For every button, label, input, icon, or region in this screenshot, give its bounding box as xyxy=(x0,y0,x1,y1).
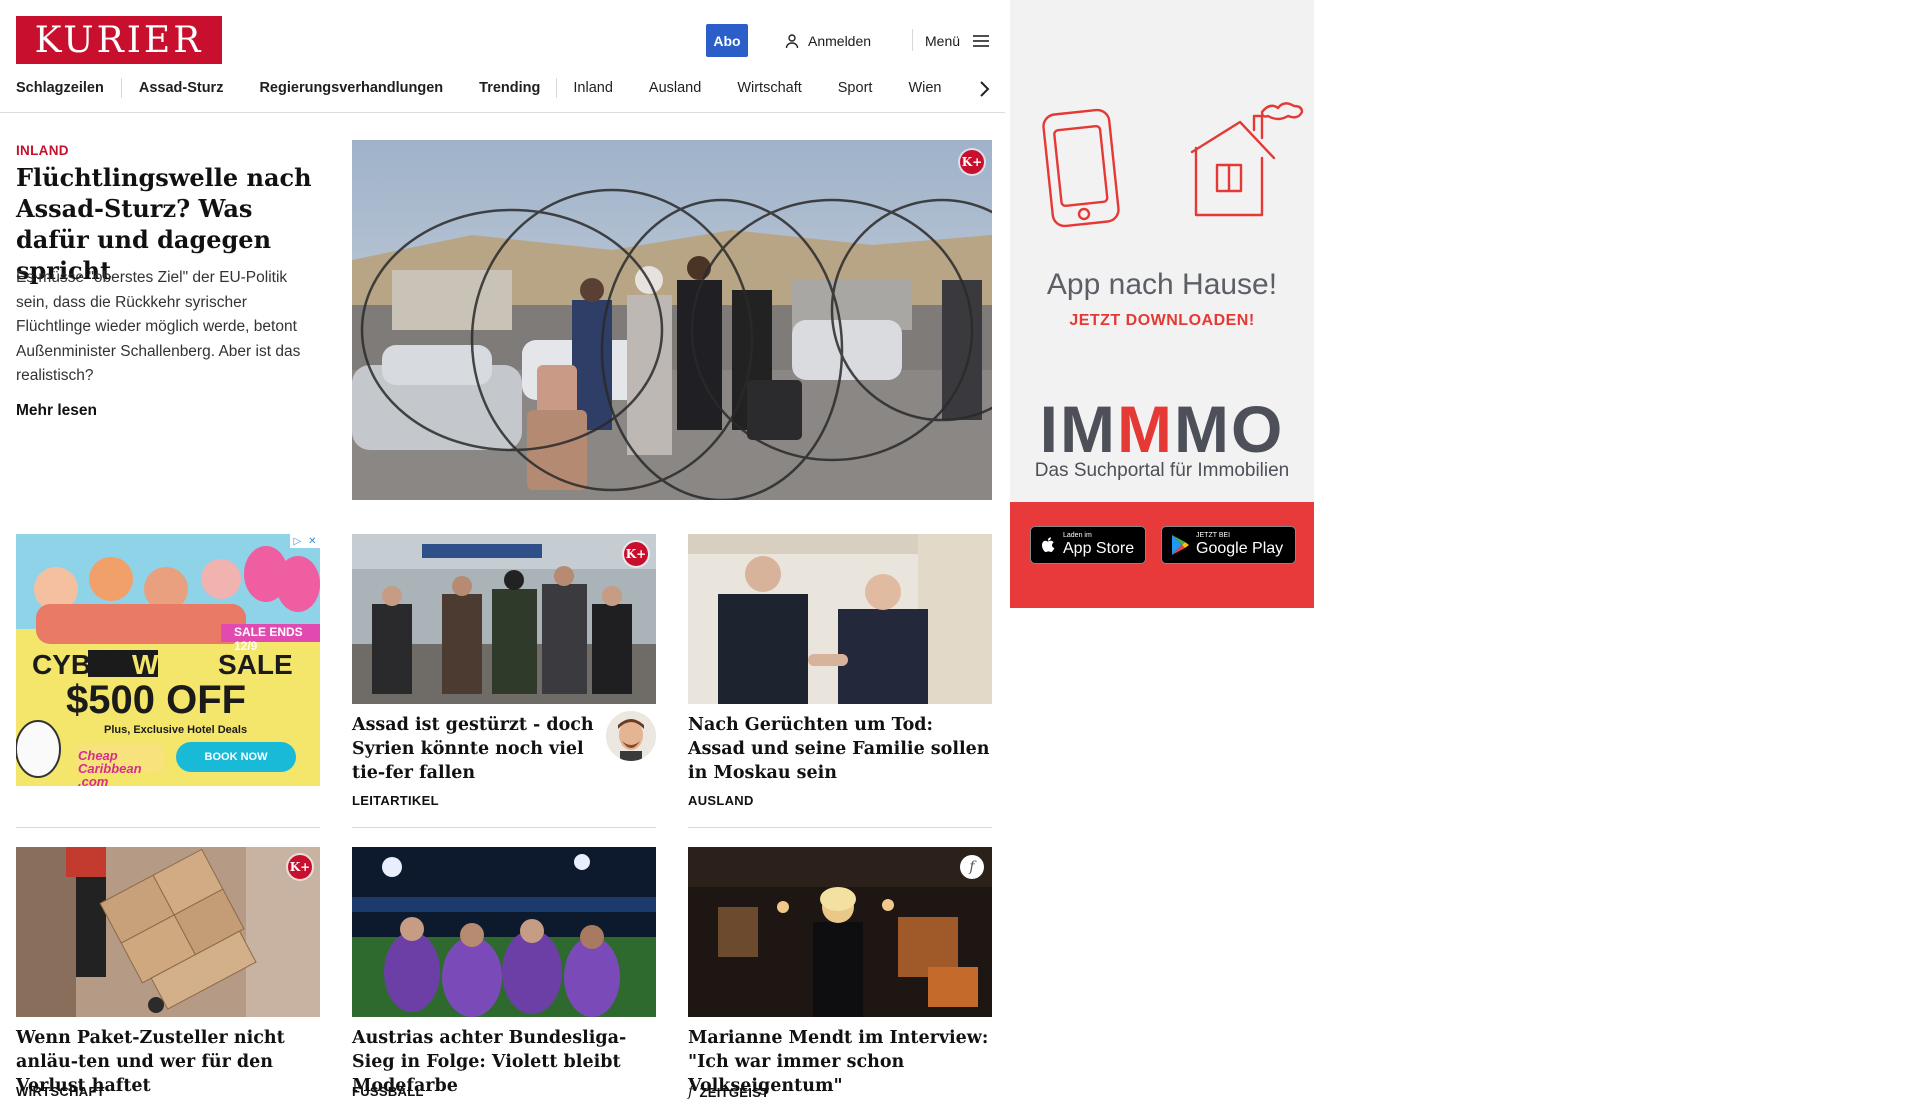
border-crossing-photo xyxy=(352,140,992,500)
hamburger-icon xyxy=(973,34,990,47)
immmo-logo: IMMMO xyxy=(1039,392,1285,466)
kurier-plus-badge: K+ xyxy=(960,150,984,174)
user-icon xyxy=(785,33,799,48)
nav-item-wirtschaft[interactable]: Wirtschaft xyxy=(737,80,801,96)
lead-kicker[interactable]: INLAND xyxy=(16,143,69,158)
adchoices-triangle-icon: ▷ xyxy=(293,535,302,547)
row-divider xyxy=(16,827,320,828)
kurier-plus-badge: K+ xyxy=(624,542,648,566)
row-divider xyxy=(688,827,992,828)
card-kicker-zeitgeist[interactable]: f ZEITGEIST xyxy=(688,1084,769,1100)
login-label: Anmelden xyxy=(808,32,872,49)
author-avatar xyxy=(606,711,656,761)
chevron-right-icon xyxy=(980,81,990,97)
parcel-delivery-photo xyxy=(16,847,320,1017)
card-kicker-wirtschaft[interactable]: WIRTSCHAFT xyxy=(16,1084,105,1099)
freizeit-f-icon: f xyxy=(688,1084,694,1100)
nav-item-regierungsverhandlungen[interactable]: Regierungsverhandlungen xyxy=(259,80,443,96)
ad-choices-icon[interactable]: ▷ ✕ xyxy=(290,534,320,548)
header-divider xyxy=(912,29,913,51)
menu-label: Menü xyxy=(925,32,961,49)
nav-divider xyxy=(556,78,558,98)
immmo-tagline: Das Suchportal für Immobilien xyxy=(1034,460,1290,481)
ad-subline: Plus, Exclusive Hotel Deals xyxy=(104,724,248,736)
ad-amount: $500 OFF xyxy=(66,678,247,722)
card-image-austria-sieg[interactable] xyxy=(352,847,656,1017)
football-team-photo xyxy=(352,847,656,1017)
card-kicker-ausland[interactable]: AUSLAND xyxy=(688,793,754,808)
nav-item-ausland[interactable]: Ausland xyxy=(649,80,701,96)
ad-headline: CYBERWEEKSALE xyxy=(32,649,293,680)
google-play-icon xyxy=(1172,535,1189,555)
menu-button[interactable]: Menü xyxy=(925,24,990,57)
nav-scroll-right-button[interactable] xyxy=(972,77,996,101)
card-kicker-leitartikel[interactable]: LEITARTIKEL xyxy=(352,793,439,808)
freizeit-badge: f xyxy=(960,855,984,879)
interview-portrait-photo xyxy=(688,847,992,1017)
assad-putin-photo xyxy=(688,534,992,704)
abo-button[interactable]: Abo xyxy=(706,24,748,57)
ad-headline: App nach Hause! xyxy=(1046,268,1278,301)
nav-item-inland[interactable]: Inland xyxy=(573,80,613,96)
apple-icon xyxy=(1042,537,1055,553)
immmo-ad[interactable]: App nach Hause! JETZT DOWNLOADEN! IMMMO … xyxy=(1010,0,1314,608)
card-image-paket-zusteller[interactable]: K+ xyxy=(16,847,320,1017)
nav-item-sport[interactable]: Sport xyxy=(838,80,873,96)
card-image-assad-moskau[interactable] xyxy=(688,534,992,704)
section-nav: Schlagzeilen Assad-Sturz Regierungsverha… xyxy=(16,76,941,100)
nav-item-schlagzeilen[interactable]: Schlagzeilen xyxy=(16,80,104,96)
kurier-plus-badge: K+ xyxy=(288,855,312,879)
app-store-button[interactable]: Laden im App Store xyxy=(1030,526,1146,564)
google-play-button[interactable]: JETZT BEI Google Play xyxy=(1161,526,1296,564)
phone-house-illustration xyxy=(1042,102,1304,228)
row-divider xyxy=(352,827,656,828)
ad-brand: Cheap Caribbean .com xyxy=(78,748,142,786)
ad-subheadline: JETZT DOWNLOADEN! xyxy=(1069,312,1255,329)
site-header: KURIER Abo Anmelden Menü Schlagzeilen As… xyxy=(0,0,1005,113)
author-portrait xyxy=(606,711,656,761)
card-title-assad-moskau[interactable]: Nach Gerüchten um Tod: Assad und seine F… xyxy=(688,713,992,785)
card-image-assad-gestuerzt[interactable]: K+ xyxy=(352,534,656,704)
ad-book-now-button[interactable]: BOOK NOW xyxy=(176,742,296,772)
nav-item-trending[interactable]: Trending xyxy=(479,80,540,96)
nav-item-assad-sturz[interactable]: Assad-Sturz xyxy=(139,80,224,96)
lead-teaser: Es müsse "oberstes Ziel" der EU-Politik … xyxy=(16,269,301,384)
lead-image[interactable]: K+ xyxy=(352,140,992,500)
close-icon: ✕ xyxy=(308,535,317,547)
card-kicker-fussball[interactable]: FUSSBALL xyxy=(352,1084,424,1099)
celebrating-crowd-photo xyxy=(352,534,656,704)
card-image-marianne-mendt[interactable]: f xyxy=(688,847,992,1017)
cheapcaribbean-ad[interactable]: SALE ENDS 12/9 CYBERWEEKSALE $500 OFF Pl… xyxy=(16,534,320,786)
nav-item-wien[interactable]: Wien xyxy=(908,80,941,96)
nav-divider xyxy=(120,78,122,98)
login-button[interactable]: Anmelden xyxy=(784,24,871,57)
read-more-link[interactable]: Mehr lesen xyxy=(16,402,97,420)
card-title-assad-gestuerzt[interactable]: Assad ist gestürzt - doch Syrien könnte … xyxy=(352,713,597,785)
kurier-logo[interactable]: KURIER xyxy=(16,16,222,64)
